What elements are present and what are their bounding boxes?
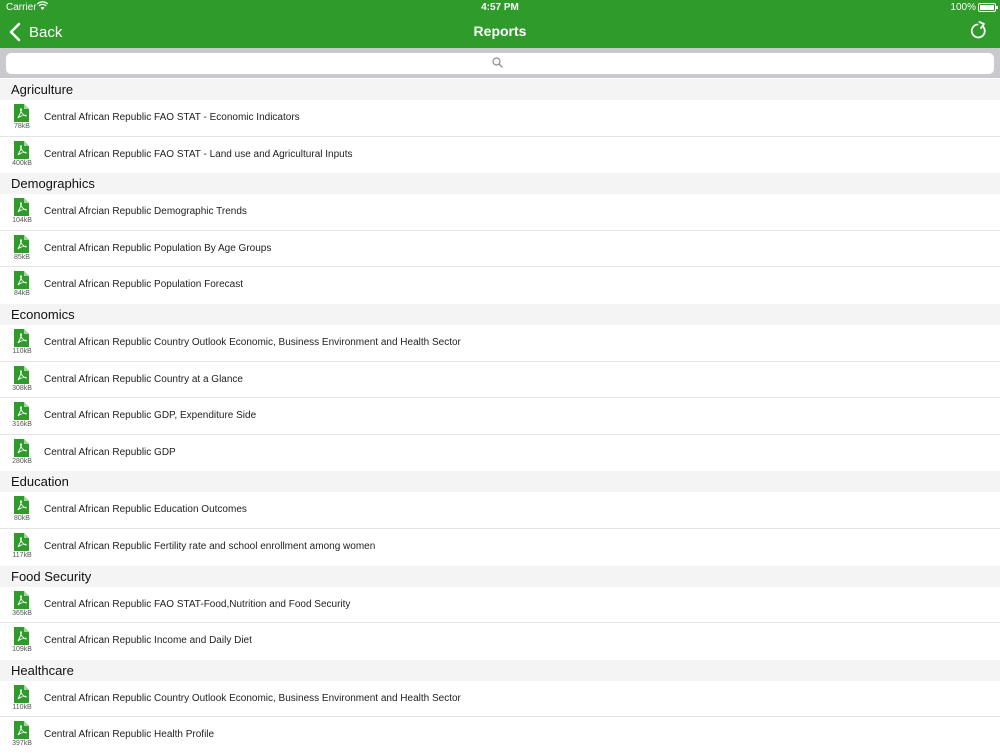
report-title: Central Afrcian Republic Demographic Tre… xyxy=(44,206,247,218)
report-section: Education 80kB Central African Republic … xyxy=(0,471,1000,565)
report-title: Central African Republic Country Outlook… xyxy=(44,336,461,348)
report-list: Agriculture 78kB Central African Republi… xyxy=(0,79,1000,754)
report-row[interactable]: 84kB Central African Republic Population… xyxy=(0,267,1000,304)
file-size: 117kB xyxy=(12,551,32,559)
battery-percent: 100% xyxy=(950,2,976,13)
file-size: 280kB xyxy=(12,457,32,465)
report-row[interactable]: 365kB Central African Republic FAO STAT-… xyxy=(0,587,1000,624)
report-section: Demographics 104kB Central Afrcian Repub… xyxy=(0,173,1000,304)
report-row[interactable]: 308kB Central African Republic Country a… xyxy=(0,362,1000,399)
file-size: 397kB xyxy=(12,740,32,748)
battery-icon xyxy=(978,3,998,12)
search-bar xyxy=(0,48,1000,78)
report-title: Central African Republic FAO STAT - Econ… xyxy=(44,112,300,123)
page-title: Reports xyxy=(473,23,527,39)
section-header: Demographics xyxy=(0,173,1000,195)
file-size: 109kB xyxy=(12,646,32,654)
refresh-icon[interactable] xyxy=(968,21,988,41)
report-title: Central African Republic FAO STAT-Food,N… xyxy=(44,598,351,610)
report-title: Central African Republic Country Outlook… xyxy=(44,692,461,704)
pdf-file-icon xyxy=(14,328,29,347)
section-rows: 78kB Central African Republic FAO STAT -… xyxy=(0,100,1000,173)
status-time: 4:57 PM xyxy=(481,2,519,13)
search-icon xyxy=(492,57,503,68)
pdf-file-icon xyxy=(14,104,29,122)
file-size: 84kB xyxy=(14,290,30,298)
report-title: Central African Republic GDP, Expenditur… xyxy=(44,410,257,422)
section-rows: 80kB Central African Republic Education … xyxy=(0,492,1000,565)
report-row[interactable]: 85kB Central African Republic Population… xyxy=(0,231,1000,268)
report-title: Central African Republic Population Fore… xyxy=(44,279,243,291)
file-size: 316kB xyxy=(12,421,32,429)
file-size: 80kB xyxy=(14,515,30,523)
file-size: 365kB xyxy=(12,609,32,617)
report-row[interactable]: 110kB Central African Republic Country O… xyxy=(0,325,1000,362)
status-bar: Carrier 4:57 PM 100% xyxy=(0,0,1000,16)
report-title: Central African Republic FAO STAT - Land… xyxy=(44,148,353,160)
report-row[interactable]: 397kB Central African Republic Health Pr… xyxy=(0,717,1000,754)
report-section: Agriculture 78kB Central African Republi… xyxy=(0,79,1000,173)
report-row[interactable]: 280kB Central African Republic GDP xyxy=(0,435,1000,472)
pdf-file-icon xyxy=(14,365,29,384)
report-section: Healthcare 110kB Central African Republi… xyxy=(0,659,1000,754)
report-title: Central African Republic Population By A… xyxy=(44,242,272,254)
section-header: Economics xyxy=(0,303,1000,325)
navigation-bar: Carrier 4:57 PM 100% Back Reports xyxy=(0,0,1000,48)
section-header: Agriculture xyxy=(0,79,1000,100)
report-row[interactable]: 78kB Central African Republic FAO STAT -… xyxy=(0,100,1000,137)
report-row[interactable]: 104kB Central Afrcian Republic Demograph… xyxy=(0,194,1000,231)
file-size: 78kB xyxy=(14,123,30,130)
section-rows: 110kB Central African Republic Country O… xyxy=(0,681,1000,754)
file-size: 308kB xyxy=(12,384,32,392)
report-title: Central African Republic Education Outco… xyxy=(44,504,247,516)
file-size: 104kB xyxy=(12,217,32,225)
pdf-file-icon xyxy=(14,234,29,253)
pdf-file-icon xyxy=(14,402,29,421)
pdf-file-icon xyxy=(14,627,29,646)
file-size: 110kB xyxy=(12,347,32,355)
report-title: Central African Republic GDP xyxy=(44,446,176,458)
file-size: 85kB xyxy=(14,253,30,261)
report-section: Economics 110kB Central African Republic… xyxy=(0,303,1000,471)
section-header: Food Security xyxy=(0,565,1000,587)
report-title: Central African Republic Country at a Gl… xyxy=(44,373,243,385)
pdf-file-icon xyxy=(14,198,29,217)
pdf-file-icon xyxy=(14,438,29,457)
file-size: 110kB xyxy=(12,703,32,711)
section-rows: 365kB Central African Republic FAO STAT-… xyxy=(0,587,1000,660)
section-rows: 104kB Central Afrcian Republic Demograph… xyxy=(0,194,1000,304)
report-row[interactable]: 400kB Central African Republic FAO STAT … xyxy=(0,137,1000,174)
report-row[interactable]: 110kB Central African Republic Country O… xyxy=(0,681,1000,718)
pdf-file-icon xyxy=(14,721,29,740)
report-row[interactable]: 117kB Central African Republic Fertility… xyxy=(0,529,1000,566)
report-row[interactable]: 80kB Central African Republic Education … xyxy=(0,492,1000,529)
report-row[interactable]: 109kB Central African Republic Income an… xyxy=(0,623,1000,660)
report-section: Food Security 365kB Central African Repu… xyxy=(0,565,1000,660)
pdf-file-icon xyxy=(14,590,29,609)
pdf-file-icon xyxy=(14,496,29,515)
pdf-file-icon xyxy=(14,532,29,551)
file-size: 400kB xyxy=(12,159,32,167)
report-title: Central African Republic Income and Dail… xyxy=(44,635,252,647)
report-title: Central African Republic Health Profile xyxy=(44,729,215,741)
section-rows: 110kB Central African Republic Country O… xyxy=(0,325,1000,471)
pdf-file-icon xyxy=(14,140,29,159)
section-header: Education xyxy=(0,471,1000,493)
report-row[interactable]: 316kB Central African Republic GDP, Expe… xyxy=(0,398,1000,435)
pdf-file-icon xyxy=(14,684,29,703)
nav-header: Back Reports xyxy=(0,16,1000,48)
section-header: Healthcare xyxy=(0,659,1000,681)
report-title: Central African Republic Fertility rate … xyxy=(44,540,376,552)
pdf-file-icon xyxy=(14,271,29,290)
